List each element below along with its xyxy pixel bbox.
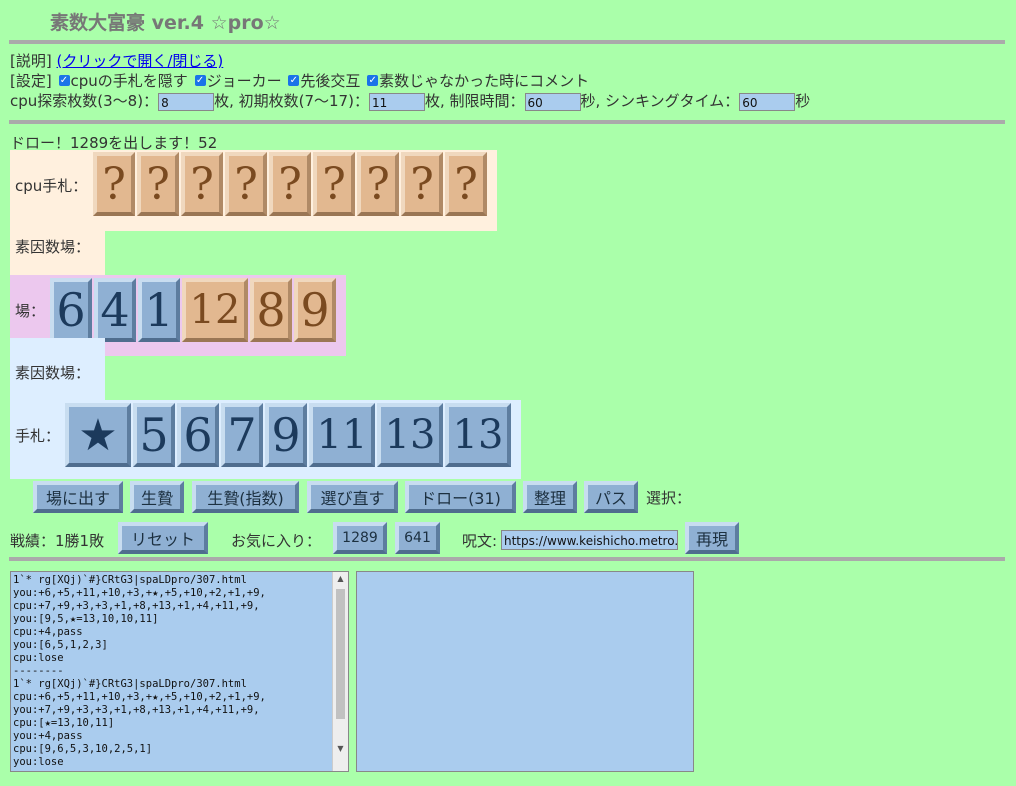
player-hand-label: 手札： [15, 427, 61, 445]
hand-card[interactable]: 13 [377, 403, 443, 467]
cpu-card-hidden: ? [137, 152, 179, 216]
game-log-textarea[interactable]: 1`* rg[XQj)`#}CRtG3|spaLDpro/307.html yo… [10, 571, 349, 772]
cpu-hand-cards: ????????? [93, 152, 493, 218]
hide-cpu-hand-label: cpuの手札を隠す [70, 72, 188, 90]
explain-row: [説明] (クリックで開く/閉じる) [10, 51, 223, 71]
field-label: 場： [15, 302, 46, 320]
game-log-text: 1`* rg[XQj)`#}CRtG3|spaLDpro/307.html yo… [13, 574, 266, 768]
cpu-card-hidden: ? [357, 152, 399, 216]
field-card: 12 [182, 278, 248, 342]
initial-count-input[interactable]: 11 [368, 92, 425, 111]
hand-card[interactable]: 5 [133, 403, 175, 467]
favorites-label: お気に入り： [231, 532, 322, 550]
replay-button[interactable]: 再現 [685, 522, 739, 554]
record-label: 戦績：1勝1敗 [10, 532, 105, 550]
field-card: 1 [138, 278, 180, 342]
hand-card[interactable]: 9 [265, 403, 307, 467]
non-prime-comment-checkbox[interactable]: ✓ [367, 75, 379, 86]
cpu-factor-panel: 素因数場： [10, 231, 105, 275]
cpu-card-hidden: ? [269, 152, 311, 216]
settings-row: [設定] ✓ cpuの手札を隠す ✓ ジョーカー ✓ 先後交互 ✓ 素数じゃなかった時に… [10, 71, 589, 91]
alternate-turn-label: 先後交互 [300, 72, 361, 90]
sort-button[interactable]: 整理 [523, 481, 577, 513]
explain-toggle-link[interactable]: (クリックで開く/閉じる) [57, 52, 224, 70]
search-count-input[interactable]: 8 [158, 92, 215, 111]
thinking-time-input[interactable]: 60 [739, 92, 796, 111]
field-card: 6 [50, 278, 92, 342]
alternate-turn-checkbox[interactable]: ✓ [288, 75, 300, 86]
cpu-factor-label: 素因数場： [15, 238, 91, 256]
seconds-label: 秒 [795, 92, 811, 110]
draw-button[interactable]: ドロー(31) [405, 481, 516, 513]
cpu-hand-label: cpu手札： [15, 177, 88, 195]
selection-label: 選択： [646, 489, 692, 507]
explain-label: [説明] [10, 52, 52, 70]
joker-label: ジョーカー [206, 72, 282, 90]
initial-count-label: 枚, 初期枚数(7～17)： [214, 92, 369, 110]
comment-textarea[interactable] [356, 571, 694, 772]
field-card: 9 [294, 278, 336, 342]
hand-card-joker[interactable]: ★ [65, 403, 131, 467]
field-cards: 6 4 1 12 8 9 [50, 278, 340, 344]
reselect-button[interactable]: 選び直す [307, 481, 398, 513]
hand-card[interactable]: 13 [445, 403, 511, 467]
hand-card[interactable]: 6 [177, 403, 219, 467]
spell-label: 呪文: [462, 532, 498, 550]
pass-button[interactable]: パス [584, 481, 638, 513]
cpu-card-hidden: ? [445, 152, 487, 216]
time-limit-input[interactable]: 60 [524, 92, 581, 111]
settings-label: [設定] [10, 72, 52, 90]
player-factor-panel: 素因数場： [10, 338, 105, 400]
field-card: 8 [250, 278, 292, 342]
scroll-up-icon[interactable]: ▲ [333, 574, 348, 583]
hand-card[interactable]: 7 [221, 403, 263, 467]
player-hand-cards: ★ 5 6 7 9 11 13 13 [65, 403, 515, 469]
log-scrollbar[interactable]: ▲ ▼ [332, 572, 348, 771]
time-limit-label: 枚, 制限時間： [424, 92, 525, 110]
player-hand-panel: 手札： ★ 5 6 7 9 11 13 13 [10, 400, 521, 479]
reset-button[interactable]: リセット [118, 522, 208, 554]
params-row: cpu探索枚数(3～8)： 8 枚, 初期枚数(7～17)： 11 枚, 制限時間： 60… [10, 91, 810, 111]
favorite-item[interactable]: 1289 [333, 522, 387, 554]
cpu-card-hidden: ? [401, 152, 443, 216]
divider [9, 557, 1005, 561]
sacrifice-button[interactable]: 生贄 [130, 481, 184, 513]
field-card: 4 [94, 278, 136, 342]
scroll-down-icon[interactable]: ▼ [333, 744, 348, 753]
scroll-thumb[interactable] [336, 589, 345, 719]
spell-input[interactable]: https://www.keishicho.metro. [501, 530, 678, 550]
joker-checkbox[interactable]: ✓ [194, 75, 206, 86]
play-button[interactable]: 場に出す [33, 481, 123, 513]
hide-cpu-hand-checkbox[interactable]: ✓ [58, 75, 70, 86]
cpu-hand-panel: cpu手札： ????????? [10, 150, 497, 231]
cpu-card-hidden: ? [93, 152, 135, 216]
thinking-time-label: 秒, シンキングタイム： [580, 92, 740, 110]
page-title: 素数大富豪 ver.4 ☆pro☆ [50, 12, 281, 34]
cpu-card-hidden: ? [181, 152, 223, 216]
non-prime-comment-label: 素数じゃなかった時にコメント [379, 72, 590, 90]
cpu-card-hidden: ? [225, 152, 267, 216]
favorite-item[interactable]: 641 [395, 522, 440, 554]
divider [9, 40, 1005, 44]
sacrifice-exponent-button[interactable]: 生贄(指数) [192, 481, 299, 513]
divider [9, 120, 1005, 124]
hand-card[interactable]: 11 [309, 403, 375, 467]
cpu-card-hidden: ? [313, 152, 355, 216]
search-count-label: cpu探索枚数(3～8)： [10, 92, 159, 110]
player-factor-label: 素因数場： [15, 364, 91, 382]
